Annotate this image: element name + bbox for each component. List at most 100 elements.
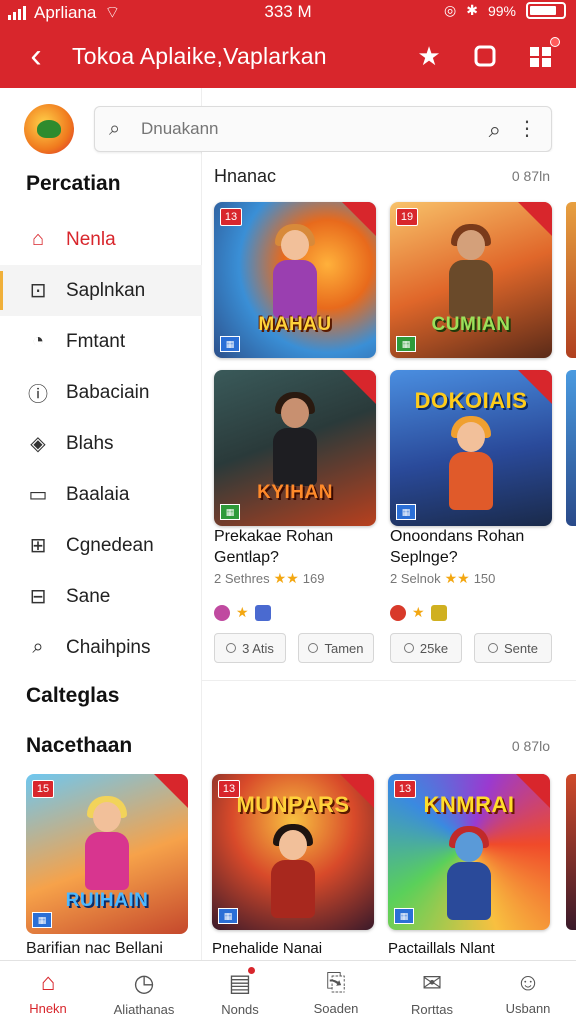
lock-icon: ⊞: [29, 535, 47, 557]
game-artwork: RUIHAIN 15 ▦: [26, 774, 188, 934]
badge-icon: [390, 604, 406, 621]
square-icon: [474, 45, 496, 67]
game-artwork: DOKOIAIS ▦: [390, 370, 552, 526]
game-artwork: MAHAU 13 ▦: [214, 202, 376, 358]
game-card-title: Barifian nac Bellani: [26, 940, 163, 957]
game-logo: CUMIAN: [431, 314, 511, 335]
corner-ribbon: [518, 370, 552, 404]
game-card-peek[interactable]: [566, 370, 576, 526]
window-button[interactable]: [472, 43, 498, 69]
feature-chips: ★: [390, 604, 447, 621]
top-app-bar: Aprliana ⌔ 333 M ◎ ✱ 99% ‹ Tokoa Aplaike…: [0, 0, 576, 88]
info-icon: ⓘ: [28, 384, 48, 406]
character-illustration: [265, 392, 325, 492]
status-bar: Aprliana ⌔ 333 M ◎ ✱ 99%: [0, 0, 576, 24]
game-artwork: KYIHAN ▦: [214, 370, 376, 526]
bluetooth-icon: ✱: [466, 2, 478, 18]
favorite-button[interactable]: ★: [416, 41, 442, 71]
corner-ribbon: [342, 202, 376, 236]
game-card[interactable]: RUIHAIN 15 ▦: [26, 774, 188, 934]
corner-ribbon: [342, 370, 376, 404]
star-icon: ★: [412, 604, 425, 620]
age-badge: 13: [218, 780, 240, 798]
search-input[interactable]: [141, 119, 471, 139]
search-bar[interactable]: ⌕ ⌕ ⋮: [94, 106, 552, 152]
gem-icon: [430, 604, 447, 621]
folder-icon: ▭: [28, 484, 48, 506]
back-button[interactable]: ‹: [0, 24, 72, 88]
character-illustration: [441, 224, 501, 324]
age-badge: 15: [32, 780, 54, 798]
sidebar-item-home[interactable]: ⌂ Nenla: [0, 214, 202, 265]
box-icon: ⊟: [29, 586, 47, 608]
bottom-navigation: ⌂ Hnekn ◷ Aliathanas ▤ Nonds ⎘ Soaden ✉ …: [0, 960, 576, 1024]
feature-chips: ★: [214, 604, 271, 621]
sidebar-item-lock[interactable]: ⊞ Cgnedean: [0, 520, 202, 571]
character-illustration: [265, 224, 325, 324]
share-icon: ⎘: [326, 969, 346, 996]
search-icon: ⌕: [32, 636, 44, 658]
section-count: 0 87lo: [511, 738, 550, 754]
bottom-nav-books[interactable]: ▤ Nonds: [192, 961, 288, 1024]
game-logo: KYIHAN: [257, 482, 333, 503]
game-card[interactable]: CUMIAN 19 ▦: [390, 202, 552, 358]
sidebar-item-refresh[interactable]: ◔ Fmtant: [0, 316, 202, 367]
rating-badge: ▦: [396, 336, 416, 352]
download-icon: ⊡: [29, 280, 47, 302]
game-card-peek[interactable]: [566, 202, 576, 358]
sidebar-item-search[interactable]: ⌕ Chaihpins: [0, 622, 202, 673]
filter-pill[interactable]: Sente: [474, 633, 552, 663]
sidebar-item-info[interactable]: ⓘ Babaciain: [0, 367, 202, 418]
rating-badge: ▦: [394, 908, 414, 924]
more-vertical-icon[interactable]: ⋮: [517, 116, 537, 141]
sidebar-item-folder[interactable]: ▭ Baalaia: [0, 469, 202, 520]
grid-icon: [530, 47, 551, 67]
rating-badge: ▦: [32, 912, 52, 928]
rating-badge: ▦: [220, 504, 240, 520]
age-badge: 13: [394, 780, 416, 798]
game-card[interactable]: MAHAU 13 ▦: [214, 202, 376, 358]
bottom-nav-mail[interactable]: ✉ Rorttas: [384, 961, 480, 1024]
rating-badge: ▦: [220, 336, 240, 352]
game-card-title: Pactaillals Nlant: [388, 940, 495, 957]
age-badge: 19: [396, 208, 418, 226]
battery-icon: [526, 2, 566, 19]
game-card[interactable]: KYIHAN ▦: [214, 370, 376, 526]
grid-button[interactable]: [528, 37, 560, 69]
filter-pill[interactable]: Tamen: [298, 633, 374, 663]
game-artwork: CUMIAN 19 ▦: [390, 202, 552, 358]
game-title-link[interactable]: Prekakae Rohan Gentlap?: [214, 526, 382, 568]
user-icon: ☺: [515, 969, 541, 996]
sidebar: Percatian ⌂ Nenla ⊡ Saplnkan ◔ Fmtant ⓘ …: [0, 88, 202, 960]
search-submit-icon[interactable]: ⌕: [489, 117, 501, 143]
bottom-nav-updates[interactable]: ◷ Aliathanas: [96, 961, 192, 1024]
game-title-link[interactable]: Onoondans Rohan Seplnge?: [390, 526, 558, 568]
game-card[interactable]: DOKOIAIS ▦: [390, 370, 552, 526]
game-card[interactable]: MUNPARS 13 ▦: [212, 774, 374, 930]
sidebar-item-location[interactable]: ◈ Blahs: [0, 418, 202, 469]
notification-dot: [248, 966, 256, 974]
game-card-peek[interactable]: [566, 774, 576, 930]
filter-pill[interactable]: 25ke: [390, 633, 462, 663]
sidebar-item-box[interactable]: ⊟ Sane: [0, 571, 202, 622]
sidebar-item-download[interactable]: ⊡ Saplnkan: [0, 265, 202, 316]
recommended-title: Nacethaan: [26, 734, 133, 757]
gem-icon: [254, 604, 271, 621]
rating-badge: ▦: [396, 504, 416, 520]
bottom-nav-share[interactable]: ⎘ Soaden: [288, 961, 384, 1024]
pin-icon: ◈: [30, 433, 46, 455]
bottom-nav-user[interactable]: ☺ Usbann: [480, 961, 576, 1024]
search-icon: ⌕: [109, 117, 121, 140]
character-illustration: [439, 826, 499, 926]
chevron-left-icon: ‹: [30, 36, 42, 75]
section-count: 0 87ln: [511, 168, 550, 184]
corner-ribbon: [154, 774, 188, 808]
star-icon: ★★: [273, 570, 299, 586]
mail-icon: ✉: [421, 969, 443, 997]
game-card[interactable]: KNMRAI 13 ▦: [388, 774, 550, 930]
bottom-nav-home[interactable]: ⌂ Hnekn: [0, 961, 96, 1024]
filter-pill[interactable]: 3 Atis: [214, 633, 286, 663]
star-icon: ★★: [444, 570, 470, 586]
alarm-icon: ◎: [444, 2, 457, 18]
app-logo[interactable]: [24, 104, 74, 154]
